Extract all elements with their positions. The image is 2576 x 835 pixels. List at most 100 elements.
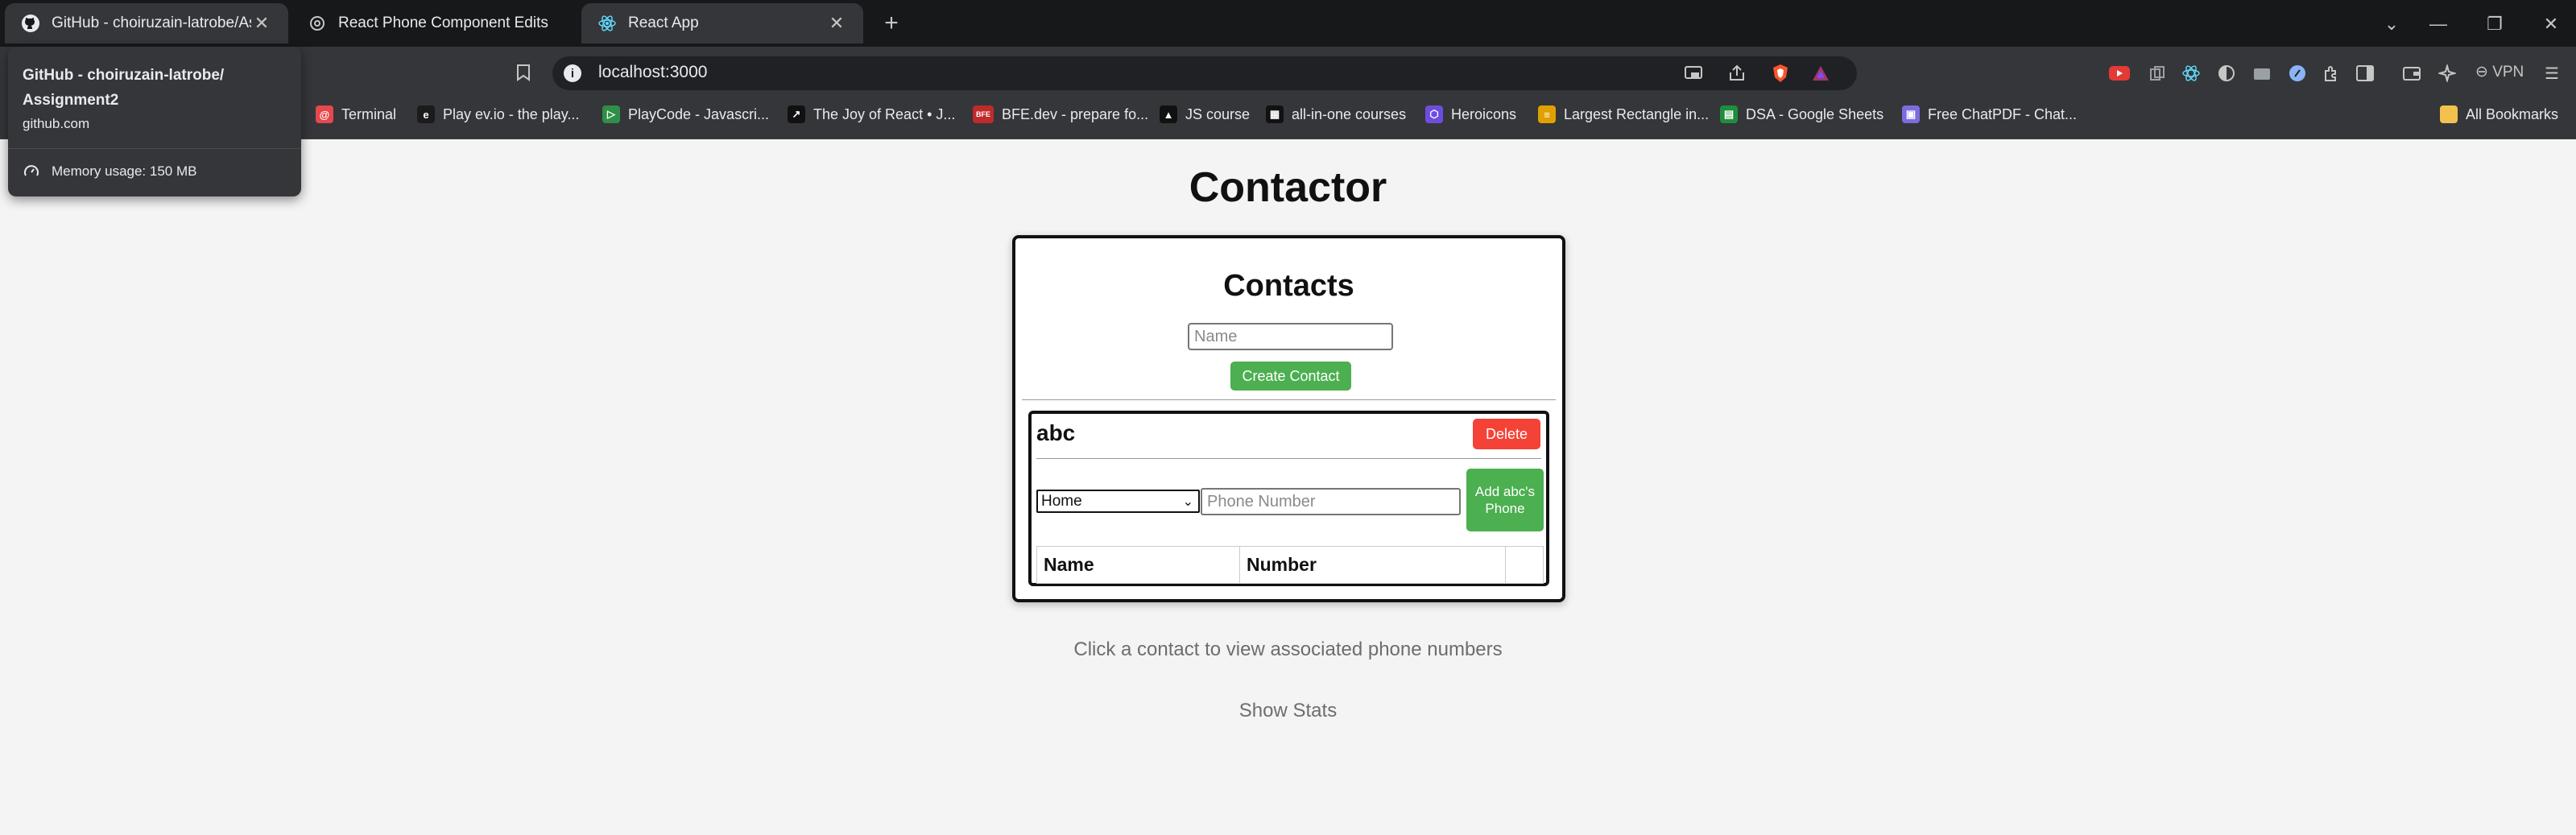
bookmark-icon[interactable]	[509, 58, 538, 87]
bookmark-label: Free ChatPDF - Chat...	[1928, 105, 2078, 122]
github-icon	[21, 14, 40, 33]
bookmark-favicon-icon: @	[316, 105, 333, 123]
bookmark-label: BFE.dev - prepare fo...	[1002, 105, 1149, 122]
create-contact-button[interactable]: Create Contact	[1230, 362, 1351, 391]
column-header-actions	[1505, 546, 1544, 584]
tab-hover-card: GitHub - choiruzain-latrobe/ Assignment2…	[8, 47, 301, 196]
bookmark-favicon-icon: ▤	[1720, 105, 1738, 123]
column-header-name: Name	[1036, 546, 1240, 584]
new-tab-button[interactable]: +	[878, 10, 905, 37]
bookmark-js-course[interactable]: ▲ JS course	[1160, 105, 1250, 124]
folder-extension-icon[interactable]	[2250, 61, 2274, 85]
contacts-heading: Contacts	[1223, 269, 1354, 303]
wallet-icon[interactable]	[2400, 61, 2424, 85]
address-bar[interactable]	[552, 56, 1857, 90]
tab-title: React Phone Component Edits	[338, 14, 548, 31]
youtube-extension-icon[interactable]	[2107, 61, 2132, 85]
site-info-icon[interactable]: i	[564, 64, 581, 82]
app-title: Contactor	[1189, 164, 1387, 211]
memory-gauge-icon	[23, 163, 40, 180]
bookmark-dsa-sheets[interactable]: ▤ DSA - Google Sheets	[1720, 105, 1883, 124]
show-stats-button[interactable]: Show Stats	[0, 700, 2576, 722]
sidebar-icon[interactable]	[2353, 61, 2377, 85]
divider	[1022, 399, 1556, 400]
bookmark-label: all-in-one courses	[1292, 105, 1407, 122]
circle-extension-icon[interactable]	[2214, 61, 2239, 85]
bookmark-playcode[interactable]: ▷ PlayCode - Javascri...	[602, 105, 769, 124]
contact-hint-text: Click a contact to view associated phone…	[1073, 639, 1503, 660]
contact-name: abc	[1036, 420, 1076, 445]
hover-card-divider	[8, 148, 301, 149]
bookmark-favicon-icon: ▲	[1160, 105, 1177, 123]
minimize-icon[interactable]: —	[2422, 8, 2454, 40]
column-header-number: Number	[1239, 546, 1506, 584]
bookmark-chatpdf[interactable]: ▣ Free ChatPDF - Chat...	[1902, 105, 2077, 124]
bookmark-favicon-icon: e	[417, 105, 435, 123]
address-url[interactable]: localhost:3000	[598, 63, 707, 82]
bookmark-terminal[interactable]: @ Terminal	[316, 105, 396, 124]
vpn-label: VPN	[2492, 64, 2524, 81]
bookmark-label: Largest Rectangle in...	[1564, 105, 1710, 122]
leo-ai-icon[interactable]	[2435, 61, 2459, 85]
menu-icon[interactable]: ☰	[2540, 61, 2564, 85]
bookmark-label: Terminal	[341, 105, 397, 122]
contacts-panel: Contacts Create Contact abc Delete Home …	[1012, 235, 1565, 602]
phone-number-input[interactable]	[1201, 488, 1461, 515]
all-bookmarks-label: All Bookmarks	[2466, 105, 2559, 122]
bookmark-heroicons[interactable]: ⬡ Heroicons	[1425, 105, 1516, 124]
bookmark-label: PlayCode - Javascri...	[628, 105, 770, 122]
bookmark-largest-rectangle[interactable]: ≡ Largest Rectangle in...	[1538, 105, 1709, 124]
hover-card-domain: github.com	[23, 116, 90, 131]
bookmark-label: Play ev.io - the play...	[443, 105, 580, 122]
bookmark-favicon-icon: ▷	[602, 105, 620, 123]
memory-usage: Memory usage: 150 MB	[23, 159, 196, 184]
delete-contact-button[interactable]: Delete	[1473, 419, 1540, 449]
tab-github[interactable]: GitHub - choiruzain-latrobe/Assignment2 …	[5, 3, 288, 43]
close-icon[interactable]: ✕	[826, 13, 847, 34]
bookmark-favicon-icon: ▦	[1266, 105, 1284, 123]
bookmark-label: Heroicons	[1451, 105, 1517, 122]
tab-title: GitHub - choiruzain-latrobe/Assignment2	[52, 14, 251, 31]
folder-icon	[2440, 105, 2458, 123]
extensions-puzzle-icon[interactable]	[2319, 61, 2343, 85]
restore-icon[interactable]: ❐	[2479, 8, 2511, 40]
share-icon[interactable]	[1725, 61, 1749, 85]
phone-type-value: Home	[1041, 492, 1082, 510]
bookmark-favicon-icon: ≡	[1538, 105, 1556, 123]
bookmark-bfe-dev[interactable]: BFE BFE.dev - prepare fo...	[973, 105, 1148, 124]
bookmark-favicon-icon: ⬡	[1425, 105, 1443, 123]
browser-chrome: GitHub - choiruzain-latrobe/Assignment2 …	[0, 0, 2576, 139]
close-icon[interactable]: ✕	[251, 13, 272, 34]
vpn-button[interactable]: ⊖ VPN	[2475, 63, 2524, 81]
brave-shields-icon[interactable]	[1768, 61, 1792, 85]
contact-name-input[interactable]	[1188, 323, 1393, 350]
bookmark-label: DSA - Google Sheets	[1746, 105, 1884, 122]
memory-usage-text: Memory usage: 150 MB	[52, 163, 197, 179]
add-phone-button[interactable]: Add abc's Phone	[1466, 469, 1544, 531]
brave-rewards-icon[interactable]	[1809, 61, 1833, 85]
bookmark-favicon-icon: ▣	[1902, 105, 1920, 123]
profile-extension-icon[interactable]	[2285, 61, 2309, 85]
tab-react-phone[interactable]: React Phone Component Edits	[292, 3, 573, 43]
react-devtools-icon[interactable]	[2179, 61, 2203, 85]
card-divider	[1036, 458, 1541, 459]
table-header-row: Name Number	[1036, 546, 1544, 584]
contact-card[interactable]: abc Delete Home ⌄ Add abc's Phone Name N…	[1028, 411, 1549, 586]
bookmark-ev-io[interactable]: e Play ev.io - the play...	[417, 105, 579, 124]
phone-type-select[interactable]: Home ⌄	[1036, 490, 1200, 513]
window-close-icon[interactable]: ✕	[2535, 8, 2567, 40]
bookmark-joy-of-react[interactable]: ↗ The Joy of React • J...	[788, 105, 955, 124]
copy-extension-icon[interactable]	[2145, 61, 2169, 85]
hover-card-title: GitHub - choiruzain-latrobe/ Assignment2	[23, 67, 225, 109]
vpn-status-icon: ⊖	[2475, 64, 2493, 81]
cast-icon[interactable]	[1681, 61, 1706, 85]
openai-icon	[308, 14, 327, 33]
bookmark-label: The Joy of React • J...	[813, 105, 956, 122]
page-content: Contactor Contacts Create Contact abc De…	[0, 139, 2576, 835]
tab-search-chevron-icon[interactable]: ⌄	[2375, 8, 2408, 40]
bookmark-label: JS course	[1185, 105, 1251, 122]
bookmark-all-in-one[interactable]: ▦ all-in-one courses	[1266, 105, 1406, 124]
tab-react-app[interactable]: React App ✕	[581, 3, 863, 43]
all-bookmarks[interactable]: All Bookmarks	[2440, 105, 2558, 124]
bookmark-favicon-icon: BFE	[973, 105, 994, 123]
